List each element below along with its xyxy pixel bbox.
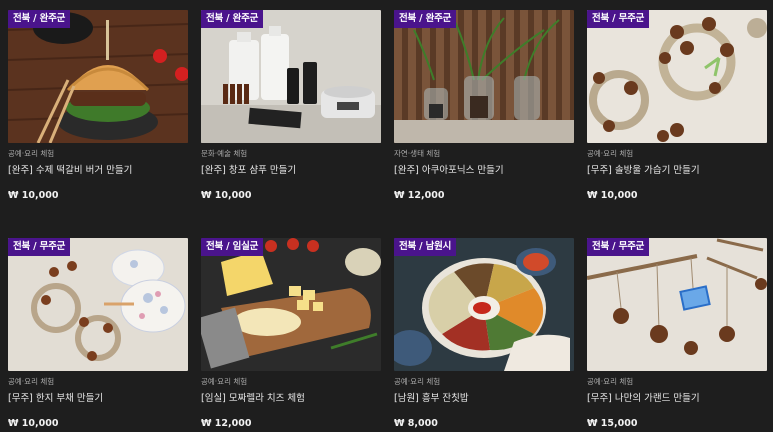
product-image[interactable]: 전북 / 무주군 bbox=[587, 10, 767, 143]
region-badge: 전북 / 임실군 bbox=[201, 238, 264, 256]
product-price: ₩ 10,000 bbox=[8, 190, 59, 201]
product-card[interactable]: 전북 / 임실군 공예·요리 체험 [임실] 모짜렐라 치즈 체험 ₩ 12,0… bbox=[201, 238, 381, 432]
category-label: 공예·요리 체험 bbox=[394, 377, 441, 386]
product-card[interactable]: 전북 / 무주군 공예·요리 체험 [무주] 나만의 가랜드 만들기 ₩ 15,… bbox=[587, 238, 767, 432]
product-price: ₩ 15,000 bbox=[587, 418, 638, 429]
region-badge: 전북 / 완주군 bbox=[394, 10, 457, 28]
category-label: 공예·요리 체험 bbox=[8, 377, 55, 386]
region-badge: 전북 / 완주군 bbox=[8, 10, 71, 28]
product-title[interactable]: [무주] 한지 부채 만들기 bbox=[8, 392, 188, 405]
product-price: ₩ 10,000 bbox=[201, 190, 252, 201]
product-title[interactable]: [완주] 수제 떡갈비 버거 만들기 bbox=[8, 164, 188, 177]
region-badge: 전북 / 남원시 bbox=[394, 238, 457, 256]
category-label: 공예·요리 체험 bbox=[8, 149, 55, 158]
product-card[interactable]: 전북 / 완주군 문화·예술 체험 [완주] 창포 샴푸 만들기 ₩ 10,00… bbox=[201, 10, 381, 204]
product-card[interactable]: 전북 / 완주군 자연·생태 체험 [완주] 아쿠아포닉스 만들기 ₩ 12,0… bbox=[394, 10, 574, 204]
region-badge: 전북 / 완주군 bbox=[201, 10, 264, 28]
category-label: 문화·예술 체험 bbox=[201, 149, 248, 158]
product-image[interactable]: 전북 / 무주군 bbox=[587, 238, 767, 371]
category-label: 공예·요리 체험 bbox=[587, 149, 634, 158]
product-card[interactable]: 전북 / 남원시 공예·요리 체험 [남원] 흥부 잔칫밥 ₩ 8,000 bbox=[394, 238, 574, 432]
product-title[interactable]: [임실] 모짜렐라 치즈 체험 bbox=[201, 392, 381, 405]
category-label: 공예·요리 체험 bbox=[201, 377, 248, 386]
product-price: ₩ 8,000 bbox=[394, 418, 438, 429]
product-price: ₩ 10,000 bbox=[8, 418, 59, 429]
product-image[interactable]: 전북 / 완주군 bbox=[201, 10, 381, 143]
category-label: 자연·생태 체험 bbox=[394, 149, 441, 158]
product-image[interactable]: 전북 / 무주군 bbox=[8, 238, 188, 371]
product-title[interactable]: [무주] 나만의 가랜드 만들기 bbox=[587, 392, 767, 405]
product-title[interactable]: [완주] 아쿠아포닉스 만들기 bbox=[394, 164, 574, 177]
product-card[interactable]: 전북 / 무주군 공예·요리 체험 [무주] 솔방울 가습기 만들기 ₩ 10,… bbox=[587, 10, 767, 204]
product-image[interactable]: 전북 / 완주군 bbox=[8, 10, 188, 143]
region-badge: 전북 / 무주군 bbox=[8, 238, 71, 256]
product-image[interactable]: 전북 / 완주군 bbox=[394, 10, 574, 143]
product-price: ₩ 12,000 bbox=[394, 190, 445, 201]
product-image[interactable]: 전북 / 남원시 bbox=[394, 238, 574, 371]
product-card[interactable]: 전북 / 완주군 공예·요리 체험 [완주] 수제 떡갈비 버거 만들기 ₩ 1… bbox=[8, 10, 188, 204]
product-title[interactable]: [무주] 솔방울 가습기 만들기 bbox=[587, 164, 767, 177]
product-grid: 전북 / 완주군 공예·요리 체험 [완주] 수제 떡갈비 버거 만들기 ₩ 1… bbox=[8, 10, 767, 432]
product-title[interactable]: [남원] 흥부 잔칫밥 bbox=[394, 392, 574, 405]
category-label: 공예·요리 체험 bbox=[587, 377, 634, 386]
product-title[interactable]: [완주] 창포 샴푸 만들기 bbox=[201, 164, 381, 177]
product-card[interactable]: 전북 / 무주군 공예·요리 체험 [무주] 한지 부채 만들기 ₩ 10,00… bbox=[8, 238, 188, 432]
product-image[interactable]: 전북 / 임실군 bbox=[201, 238, 381, 371]
product-price: ₩ 12,000 bbox=[201, 418, 252, 429]
region-badge: 전북 / 무주군 bbox=[587, 238, 650, 256]
product-price: ₩ 10,000 bbox=[587, 190, 638, 201]
region-badge: 전북 / 무주군 bbox=[587, 10, 650, 28]
